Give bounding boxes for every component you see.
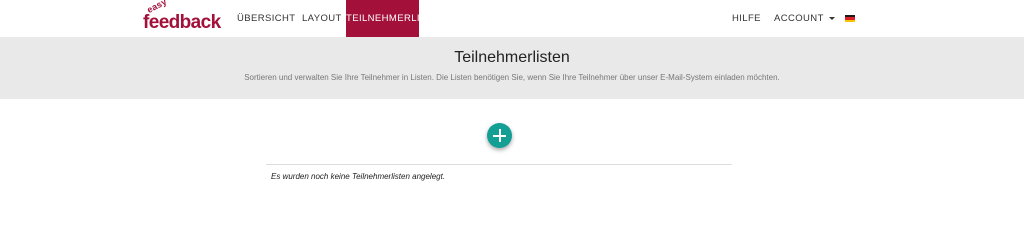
nav-account-dropdown[interactable]: ACCOUNT: [774, 0, 835, 37]
caret-down-icon: [828, 16, 835, 20]
nav-hilfe[interactable]: HILFE: [732, 0, 761, 37]
plus-icon-vertical: [498, 129, 501, 142]
account-label: ACCOUNT: [774, 13, 824, 24]
empty-state-message: Es wurden noch keine Teilnehmerlisten an…: [271, 172, 446, 181]
divider: [266, 164, 732, 165]
nav-teilnehmerlisten[interactable]: TEILNEHMERLISTEN: [346, 0, 446, 37]
page-header: Teilnehmerlisten Sortieren und verwalten…: [0, 37, 1024, 99]
top-navbar: easy feedback ÜBERSICHT LAYOUT TEILNEHME…: [0, 0, 1024, 37]
nav-uebersicht[interactable]: ÜBERSICHT: [237, 0, 296, 37]
nav-layout[interactable]: LAYOUT: [302, 0, 342, 37]
add-list-button[interactable]: [487, 123, 512, 148]
page-subtitle: Sortieren und verwalten Sie Ihre Teilneh…: [244, 73, 780, 82]
easyfeedback-logo[interactable]: easy feedback: [143, 0, 221, 33]
logo-feedback-text: feedback: [143, 12, 221, 33]
page-title: Teilnehmerlisten: [454, 49, 570, 66]
flag-de-icon[interactable]: [845, 15, 855, 22]
